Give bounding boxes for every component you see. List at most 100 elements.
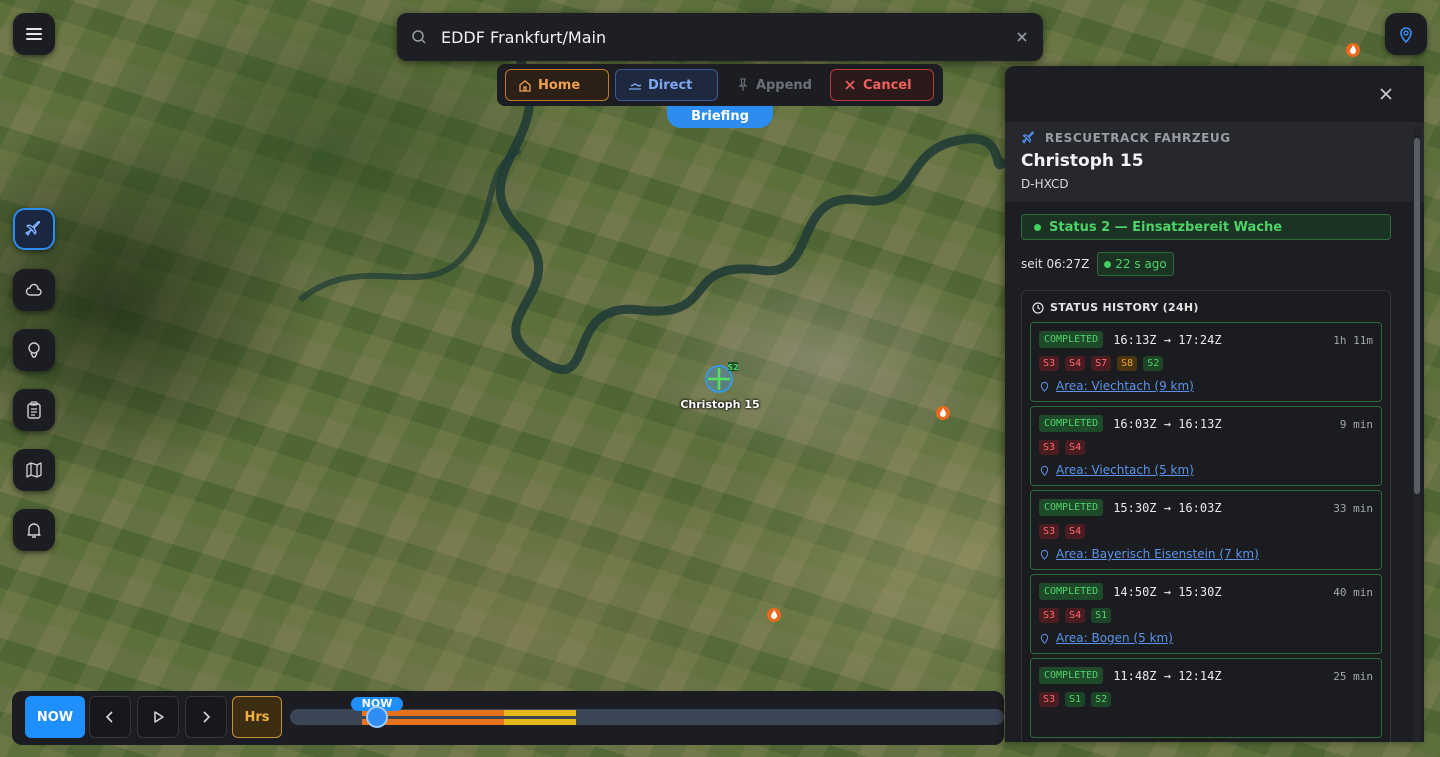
status-tag: S1 bbox=[1065, 692, 1086, 707]
clipboard-icon bbox=[27, 401, 41, 419]
entry-state-badge: COMPLETED bbox=[1039, 583, 1104, 600]
chevron-right-icon bbox=[203, 711, 211, 723]
entry-header: COMPLETED 11:48Z → 12:14Z bbox=[1039, 667, 1373, 684]
history-entry[interactable]: COMPLETED 16:13Z → 17:24Z 1h 11m S3 S4 S7 S… bbox=[1030, 322, 1382, 402]
direct-button[interactable]: Direct bbox=[615, 69, 718, 101]
history-header: STATUS HISTORY (24H) bbox=[1022, 291, 1390, 318]
clear-search-icon[interactable] bbox=[1015, 30, 1029, 44]
vehicle-detail-panel: RESCUETRACK FAHRZEUG Christoph 15 D-HXCD… bbox=[1005, 66, 1424, 742]
panel-header-bar bbox=[1005, 66, 1424, 122]
history-title: STATUS HISTORY (24H) bbox=[1050, 301, 1199, 314]
history-list: COMPLETED 16:13Z → 17:24Z 1h 11m S3 S4 S7 S… bbox=[1022, 322, 1390, 738]
search-bar[interactable]: EDDF Frankfurt/Main bbox=[397, 13, 1043, 61]
map-style-button[interactable] bbox=[13, 449, 55, 491]
fire-poi-icon[interactable] bbox=[935, 405, 951, 421]
entry-area-link[interactable]: Area: Viechtach (9 km) bbox=[1039, 379, 1373, 393]
checklist-button[interactable] bbox=[13, 389, 55, 431]
entry-time-range: 11:48Z → 12:14Z bbox=[1113, 668, 1222, 683]
since-text: seit 06:27Z bbox=[1021, 257, 1090, 271]
entry-tags: S3 S1 S2 bbox=[1039, 692, 1373, 707]
step-back-button[interactable] bbox=[89, 696, 131, 738]
briefing-tab[interactable]: Briefing bbox=[667, 106, 773, 128]
status-tag: S4 bbox=[1065, 608, 1086, 623]
close-panel-icon[interactable] bbox=[1378, 86, 1394, 102]
bell-icon bbox=[27, 523, 41, 538]
entry-state-badge: COMPLETED bbox=[1039, 499, 1104, 516]
status-tag: S3 bbox=[1039, 692, 1060, 707]
history-entry[interactable]: COMPLETED 14:50Z → 15:30Z 40 min S3 S4 S1 … bbox=[1030, 574, 1382, 654]
hours-toggle-button[interactable]: Hrs bbox=[232, 696, 282, 738]
play-icon bbox=[154, 711, 164, 723]
scrollbar-thumb[interactable] bbox=[1414, 138, 1420, 494]
notifications-button[interactable] bbox=[13, 509, 55, 551]
entry-area-text: Area: Bogen (5 km) bbox=[1056, 631, 1173, 645]
aircraft-layer-button[interactable] bbox=[13, 208, 55, 250]
helicopter-label: Christoph 15 bbox=[680, 398, 760, 411]
status-tag: S1 bbox=[1091, 608, 1112, 623]
weather-layer-button[interactable] bbox=[13, 269, 55, 311]
location-pin-icon bbox=[1400, 27, 1412, 44]
status-tag: S4 bbox=[1065, 440, 1086, 455]
timeline-segment bbox=[504, 719, 576, 725]
direct-label: Direct bbox=[648, 77, 693, 93]
entry-area-link[interactable]: Area: Viechtach (5 km) bbox=[1039, 463, 1373, 477]
entry-tags: S3 S4 S7 S8 S2 bbox=[1039, 356, 1373, 371]
status-text: Status 2 — Einsatzbereit Wache bbox=[1049, 219, 1283, 235]
hot-air-balloon-icon bbox=[28, 342, 40, 358]
entry-header: COMPLETED 16:03Z → 16:13Z bbox=[1039, 415, 1373, 432]
entry-state-badge: COMPLETED bbox=[1039, 415, 1104, 432]
vehicle-type: RESCUETRACK FAHRZEUG bbox=[1021, 130, 1408, 146]
timeline-scrubber[interactable] bbox=[366, 706, 388, 728]
entry-area-text: Area: Viechtach (9 km) bbox=[1056, 379, 1194, 393]
timeline-bar: NOW Hrs NOW bbox=[12, 691, 1004, 745]
append-button[interactable]: Append bbox=[724, 69, 824, 101]
status-tag: S4 bbox=[1065, 356, 1086, 371]
panel-scrollbar[interactable] bbox=[1413, 126, 1421, 742]
airspace-layer-button[interactable] bbox=[13, 329, 55, 371]
entry-tags: S3 S4 bbox=[1039, 524, 1373, 539]
entry-area-text: Area: Bayerisch Eisenstein (7 km) bbox=[1056, 547, 1259, 561]
hamburger-icon bbox=[26, 28, 42, 40]
close-icon bbox=[845, 80, 855, 90]
locate-button[interactable] bbox=[1385, 13, 1427, 55]
step-forward-button[interactable] bbox=[185, 696, 227, 738]
status-history: STATUS HISTORY (24H) COMPLETED 16:13Z → … bbox=[1021, 290, 1391, 742]
entry-area-link[interactable]: Area: Bayerisch Eisenstein (7 km) bbox=[1039, 547, 1373, 561]
route-icon bbox=[629, 83, 642, 90]
home-label: Home bbox=[538, 77, 581, 93]
entry-duration: 25 min bbox=[1333, 670, 1373, 683]
status-tag: S3 bbox=[1039, 440, 1060, 455]
play-button[interactable] bbox=[137, 696, 179, 738]
entry-duration: 1h 11m bbox=[1333, 334, 1373, 347]
cancel-label: Cancel bbox=[863, 77, 912, 93]
entry-header: COMPLETED 15:30Z → 16:03Z bbox=[1039, 499, 1373, 516]
search-input[interactable]: EDDF Frankfurt/Main bbox=[441, 28, 1015, 47]
fire-poi-icon[interactable] bbox=[1345, 42, 1361, 58]
history-entry[interactable]: COMPLETED 11:48Z → 12:14Z 25 min S3 S1 S2 bbox=[1030, 658, 1382, 738]
entry-area-link[interactable]: Area: Bogen (5 km) bbox=[1039, 631, 1373, 645]
vehicle-type-label: RESCUETRACK FAHRZEUG bbox=[1045, 131, 1231, 145]
status-tag: S8 bbox=[1117, 356, 1138, 371]
now-button[interactable]: NOW bbox=[25, 696, 85, 738]
plane-icon bbox=[1022, 131, 1034, 144]
history-entry[interactable]: COMPLETED 15:30Z → 16:03Z 33 min S3 S4 Ar… bbox=[1030, 490, 1382, 570]
helicopter-marker[interactable]: S2 bbox=[702, 362, 738, 396]
entry-time-range: 16:13Z → 17:24Z bbox=[1113, 332, 1222, 347]
location-pin-icon bbox=[1040, 549, 1049, 560]
status-tag: S4 bbox=[1065, 524, 1086, 539]
fire-poi-icon[interactable] bbox=[766, 607, 782, 623]
vehicle-header: RESCUETRACK FAHRZEUG Christoph 15 D-HXCD bbox=[1005, 122, 1424, 202]
history-entry[interactable]: COMPLETED 16:03Z → 16:13Z 9 min S3 S4 Are… bbox=[1030, 406, 1382, 486]
location-pin-icon bbox=[1040, 465, 1049, 476]
status-tag: S2 bbox=[1091, 692, 1112, 707]
entry-duration: 40 min bbox=[1333, 586, 1373, 599]
status-badge: Status 2 — Einsatzbereit Wache bbox=[1021, 214, 1391, 240]
route-toolbar: Home Direct Append Cancel bbox=[497, 64, 943, 106]
status-tag: S2 bbox=[1143, 356, 1164, 371]
cancel-button[interactable]: Cancel bbox=[830, 69, 934, 101]
home-button[interactable]: Home bbox=[505, 69, 609, 101]
pin-icon bbox=[738, 78, 748, 91]
menu-button[interactable] bbox=[13, 13, 55, 55]
location-pin-icon bbox=[1040, 381, 1049, 392]
entry-duration: 33 min bbox=[1333, 502, 1373, 515]
